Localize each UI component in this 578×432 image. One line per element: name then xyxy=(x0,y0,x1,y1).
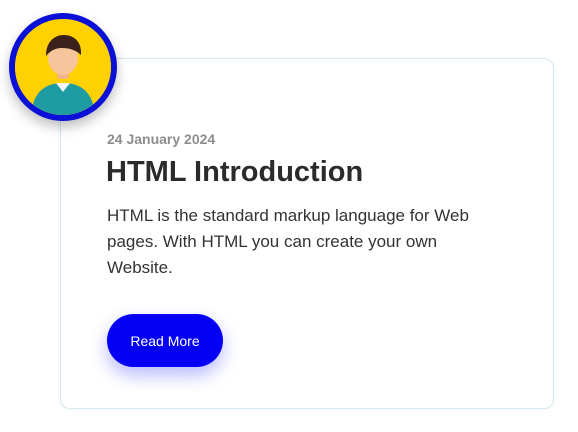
user-avatar-icon xyxy=(15,19,111,115)
post-title: HTML Introduction xyxy=(106,156,364,188)
post-description: HTML is the standard markup language for… xyxy=(107,206,469,277)
post-date: 24 January 2024 xyxy=(107,131,216,147)
page: 24 January 2024 HTML Introduction HTML i… xyxy=(0,0,578,432)
avatar xyxy=(9,13,117,121)
read-more-button[interactable]: Read More xyxy=(107,314,223,367)
